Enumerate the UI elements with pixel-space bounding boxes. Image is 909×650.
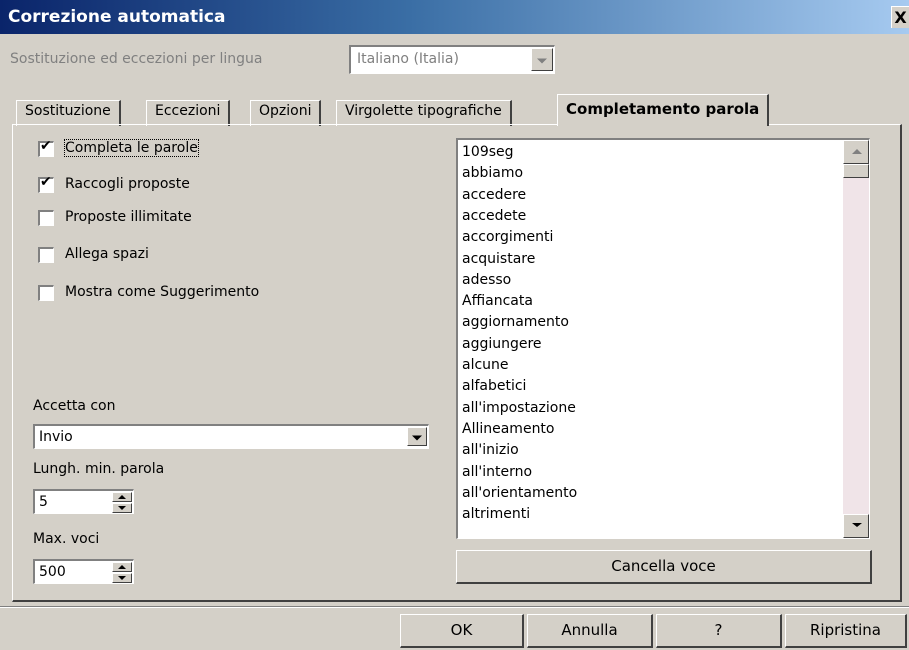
- arrow-down-icon: [118, 576, 126, 580]
- list-item[interactable]: Allineamento: [462, 419, 555, 439]
- list-item[interactable]: altrimenti: [462, 504, 530, 524]
- delete-entry-button[interactable]: Cancella voce: [456, 550, 872, 584]
- footer-divider: [0, 606, 909, 608]
- tab-opzioni[interactable]: Opzioni: [250, 100, 322, 126]
- checkbox[interactable]: [38, 247, 54, 263]
- min-length-value: 5: [39, 494, 48, 510]
- scroll-down-button[interactable]: [843, 514, 869, 538]
- language-value: Italiano (Italia): [357, 51, 459, 67]
- arrow-up-icon: [118, 565, 126, 569]
- list-item[interactable]: all'interno: [462, 462, 532, 482]
- list-item[interactable]: alcune: [462, 355, 509, 375]
- list-scrollbar[interactable]: [843, 140, 869, 538]
- scroll-thumb[interactable]: [843, 164, 869, 178]
- arrow-down-icon: [852, 523, 862, 527]
- list-item[interactable]: Affiancata: [462, 291, 533, 311]
- tab-completamento-parola[interactable]: Completamento parola: [557, 94, 770, 126]
- min-length-label: Lungh. min. parola: [33, 461, 165, 477]
- spin-down-button[interactable]: [112, 573, 132, 583]
- close-button[interactable]: X: [891, 6, 909, 28]
- accept-dropdown-button[interactable]: [407, 427, 427, 446]
- option-label: Proposte illimitate: [65, 209, 192, 225]
- checkbox[interactable]: ✔: [38, 138, 54, 157]
- check-icon: ✔: [40, 174, 52, 190]
- title-bar: Correzione automatica X: [0, 0, 909, 34]
- list-item[interactable]: 109seg: [462, 142, 514, 162]
- checkbox[interactable]: [38, 210, 54, 226]
- list-item[interactable]: adesso: [462, 270, 511, 290]
- max-entries-spinner[interactable]: 500: [33, 559, 134, 584]
- min-length-spinner[interactable]: 5: [33, 489, 134, 514]
- accept-value: Invio: [39, 429, 73, 445]
- option-label: Allega spazi: [65, 246, 149, 262]
- language-select[interactable]: Italiano (Italia): [349, 45, 555, 74]
- list-item[interactable]: accedete: [462, 206, 526, 226]
- list-item[interactable]: alfabetici: [462, 376, 526, 396]
- tab-virgolette[interactable]: Virgolette tipografiche: [336, 100, 512, 126]
- tab-eccezioni[interactable]: Eccezioni: [146, 100, 231, 126]
- window-title: Correzione automatica: [8, 7, 226, 27]
- help-button[interactable]: ?: [656, 614, 782, 648]
- spin-up-button[interactable]: [112, 562, 132, 572]
- max-entries-label: Max. voci: [33, 531, 100, 547]
- list-item[interactable]: all'impostazione: [462, 398, 576, 418]
- accept-label: Accetta con: [33, 398, 116, 414]
- list-item[interactable]: accedere: [462, 185, 526, 205]
- cancel-button[interactable]: Annulla: [527, 614, 653, 648]
- chevron-down-icon: [412, 435, 422, 440]
- arrow-up-icon: [118, 495, 126, 499]
- word-list[interactable]: 109seg abbiamo accedere accedete accorgiment…: [456, 138, 870, 539]
- option-label: Mostra come Suggerimento: [65, 284, 260, 300]
- list-item[interactable]: aggiungere: [462, 334, 542, 354]
- list-item[interactable]: all'inizio: [462, 440, 519, 460]
- spin-up-button[interactable]: [112, 492, 132, 502]
- list-item[interactable]: abbiamo: [462, 163, 523, 183]
- checkbox[interactable]: [38, 285, 54, 301]
- tab-sostituzione[interactable]: Sostituzione: [16, 100, 121, 126]
- list-item[interactable]: all'orientamento: [462, 483, 577, 503]
- accept-combo[interactable]: Invio: [33, 424, 429, 449]
- reset-button[interactable]: Ripristina: [785, 614, 907, 648]
- check-icon: ✔: [40, 138, 52, 154]
- checkbox[interactable]: ✔: [38, 174, 54, 193]
- list-item[interactable]: acquistare: [462, 249, 535, 269]
- arrow-up-icon: [852, 149, 862, 154]
- scroll-up-button[interactable]: [843, 140, 869, 164]
- language-label: Sostituzione ed eccezioni per lingua: [10, 51, 263, 67]
- language-dropdown-button[interactable]: [531, 48, 553, 71]
- arrow-down-icon: [118, 506, 126, 510]
- list-item[interactable]: accorgimenti: [462, 227, 553, 247]
- spin-down-button[interactable]: [112, 503, 132, 513]
- ok-button[interactable]: OK: [400, 614, 524, 648]
- list-item[interactable]: aggiornamento: [462, 312, 569, 332]
- option-label: Completa le parole: [64, 139, 199, 157]
- max-entries-value: 500: [39, 564, 66, 580]
- option-label: Raccogli proposte: [65, 176, 190, 192]
- chevron-down-icon: [537, 58, 547, 63]
